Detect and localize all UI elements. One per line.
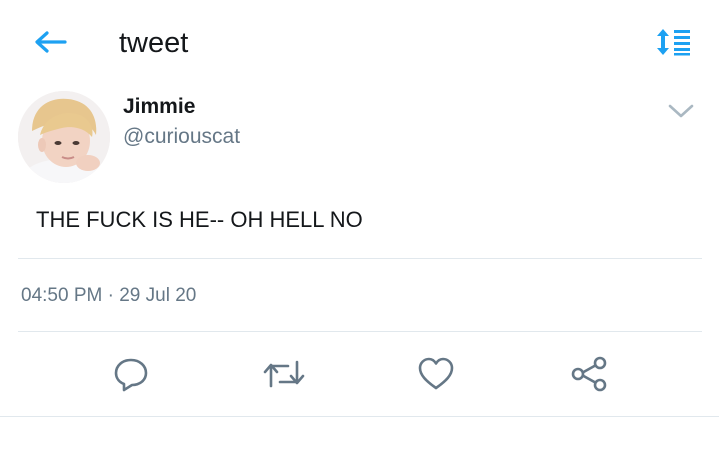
tweet-text: THE FUCK IS HE-- OH HELL NO — [36, 207, 363, 232]
sort-list-icon — [657, 29, 690, 56]
avatar-image — [18, 91, 110, 183]
author-handle[interactable]: @curiouscat — [123, 125, 240, 149]
sort-button[interactable] — [652, 24, 696, 60]
tweet-timestamp: 04:50 PM · 29 Jul 20 — [21, 285, 197, 306]
tweet-menu-button[interactable] — [664, 96, 698, 126]
page-title: tweet — [119, 27, 189, 59]
avatar[interactable] — [18, 91, 110, 183]
reply-button[interactable] — [109, 354, 153, 394]
back-button[interactable] — [30, 26, 70, 58]
like-button[interactable] — [414, 354, 458, 394]
retweet-button[interactable] — [262, 354, 306, 394]
divider — [18, 258, 702, 259]
like-icon — [418, 357, 454, 390]
retweet-icon — [263, 360, 305, 388]
author-display-name[interactable]: Jimmie — [123, 95, 195, 119]
divider — [18, 331, 702, 332]
share-icon — [571, 356, 607, 392]
arrow-left-icon — [35, 31, 67, 53]
divider — [0, 416, 719, 417]
chevron-down-icon — [668, 104, 694, 118]
reply-icon — [114, 358, 148, 392]
top-bar: tweet — [0, 0, 719, 86]
share-button[interactable] — [567, 354, 611, 394]
